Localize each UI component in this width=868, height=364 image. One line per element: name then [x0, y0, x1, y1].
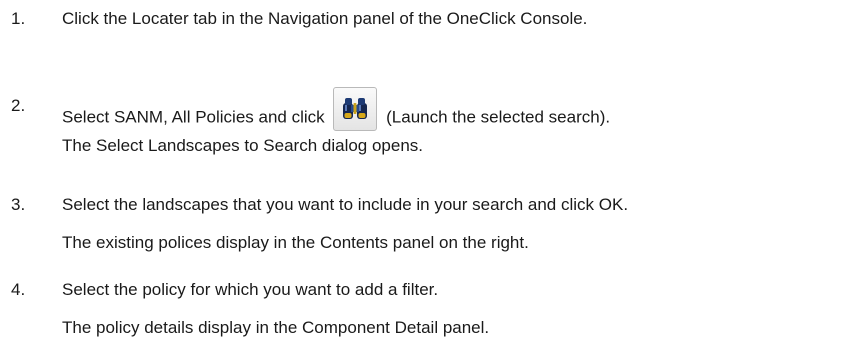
- step-text: Select the landscapes that you want to i…: [62, 195, 629, 214]
- step-result: The policy details display in the Compon…: [62, 318, 490, 337]
- step-number: 2.: [11, 96, 26, 115]
- binoculars-icon: [343, 98, 368, 119]
- step-text: Click the Locater tab in the Navigation …: [62, 9, 588, 28]
- step-result: The existing polices display in the Cont…: [62, 233, 529, 252]
- step-text-before: Select SANM, All Policies and click: [62, 107, 325, 127]
- launch-search-button[interactable]: [333, 87, 378, 131]
- instruction-steps: 1. Click the Locater tab in the Navigati…: [0, 0, 868, 364]
- step-number: 4.: [11, 280, 26, 299]
- step-result: The Select Landscapes to Search dialog o…: [62, 136, 424, 155]
- step-text: Select the policy for which you want to …: [62, 280, 439, 299]
- step-number: 3.: [11, 195, 26, 214]
- step-number: 1.: [11, 9, 26, 28]
- step-text: Select SANM, All Policies and click (Lau…: [62, 87, 611, 140]
- step-text-after: (Launch the selected search).: [386, 107, 611, 127]
